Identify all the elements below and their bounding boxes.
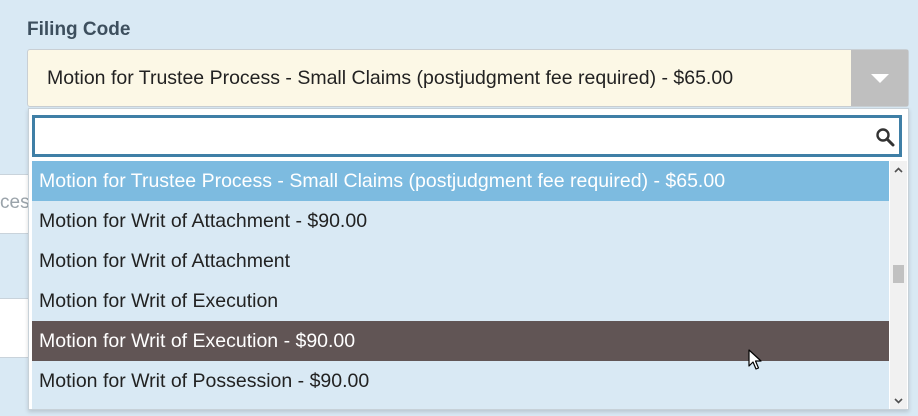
filing-code-select[interactable]: Motion for Trustee Process - Small Claim… [27, 49, 909, 107]
dropdown-option[interactable]: Motion for Trustee Process - Small Claim… [32, 161, 889, 201]
dropdown-toggle-button[interactable] [851, 50, 908, 106]
dropdown-option[interactable]: Motion for Writ of Execution [32, 281, 889, 321]
scroll-up-arrow[interactable] [890, 161, 907, 178]
option-label: Motion for Writ of Attachment - $90.00 [39, 210, 368, 232]
search-icon [876, 128, 895, 147]
chevron-down-icon [870, 73, 889, 83]
background-field-text: ces [0, 192, 30, 213]
filing-code-label: Filing Code [27, 19, 131, 40]
filing-code-dropdown: Motion for Trustee Process - Small Claim… [28, 108, 909, 410]
option-label: Motion for Writ of Execution - $90.00 [39, 330, 356, 352]
dropdown-search-input[interactable] [41, 122, 865, 152]
scrollbar-thumb[interactable] [893, 265, 904, 283]
mouse-pointer-icon [748, 349, 762, 370]
dropdown-option[interactable]: Motion for Writ of Attachment - $90.00 [32, 201, 889, 241]
scroll-down-arrow[interactable] [890, 392, 907, 409]
option-label: Motion for Trustee Process - Small Claim… [39, 170, 726, 192]
dropdown-options-list: Motion for Trustee Process - Small Claim… [32, 161, 889, 409]
option-label: Motion for Writ of Possession - $90.00 [39, 370, 370, 392]
dropdown-scrollbar[interactable] [890, 161, 907, 409]
dropdown-search-box[interactable] [32, 115, 902, 157]
dropdown-option[interactable]: Motion for Writ of Attachment [32, 241, 889, 281]
chevron-up-icon [894, 166, 903, 173]
option-label: Motion for Writ of Execution [39, 290, 279, 312]
filing-code-selected-value: Motion for Trustee Process - Small Claim… [47, 67, 734, 89]
option-label: Motion for Writ of Attachment [39, 250, 291, 272]
chevron-down-small-icon [894, 397, 903, 404]
